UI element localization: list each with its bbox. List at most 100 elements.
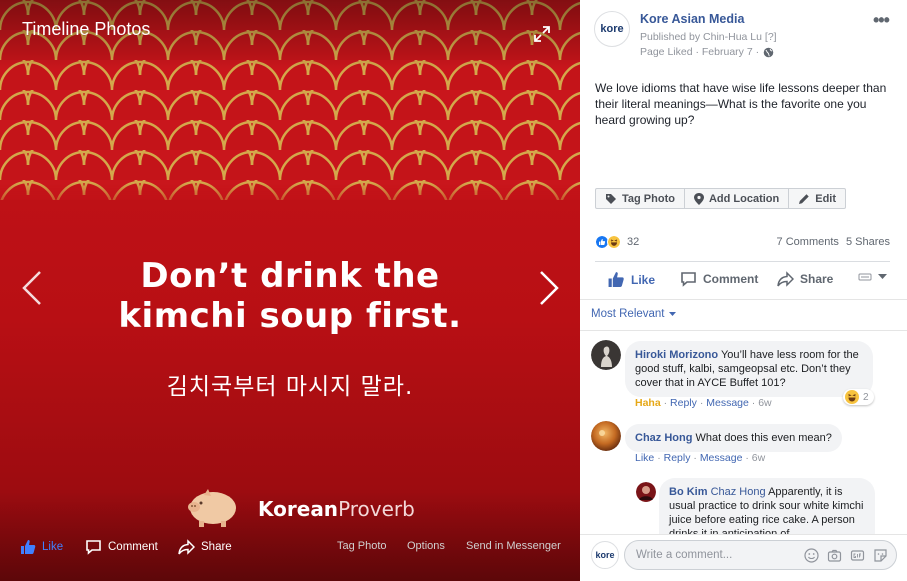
page-avatar[interactable]: kore bbox=[594, 11, 630, 47]
comment-author-link[interactable]: Hiroki Morizono bbox=[635, 349, 718, 361]
composer-avatar-logo: kore bbox=[595, 550, 615, 560]
comment-reaction-label[interactable]: Haha bbox=[635, 397, 661, 409]
like-button[interactable]: Like bbox=[607, 271, 655, 288]
more-options-icon[interactable]: ••• bbox=[873, 10, 890, 31]
photo-action-bar: Like Comment Share Tag Photo Options Sen… bbox=[0, 532, 580, 562]
brand-wordmark: KoreanProverb bbox=[258, 497, 415, 521]
tag-icon bbox=[606, 193, 616, 204]
pencil-icon bbox=[799, 193, 809, 204]
sticker-icon[interactable] bbox=[873, 548, 888, 563]
chevron-down-icon bbox=[878, 274, 887, 279]
page-mini-avatar-icon bbox=[858, 273, 872, 281]
comment-reaction-pill[interactable]: 2 bbox=[843, 389, 874, 405]
haha-reaction-icon bbox=[845, 390, 859, 404]
photo-viewer: Timeline Photos Don’t drink the kimchi s… bbox=[0, 0, 907, 581]
page-liked-label: Page Liked bbox=[640, 46, 693, 58]
edit-label: Edit bbox=[815, 192, 837, 205]
comment-bubble-icon bbox=[86, 540, 101, 555]
comment-actions: Like · Reply · Message · 6w bbox=[635, 452, 765, 464]
tag-photo-button[interactable]: Tag Photo bbox=[596, 189, 685, 208]
tag-photo-label: Tag Photo bbox=[622, 192, 675, 205]
comment-as-selector[interactable] bbox=[858, 271, 893, 283]
camera-icon[interactable] bbox=[827, 548, 842, 563]
write-comment-placeholder: Write a comment... bbox=[636, 549, 733, 561]
photo-headline-line2: kimchi soup first. bbox=[118, 296, 462, 336]
photo-comment-button[interactable]: Comment bbox=[85, 539, 158, 555]
comment-reaction-count: 2 bbox=[863, 391, 869, 403]
composer-avatar: kore bbox=[591, 541, 619, 569]
shares-count-link[interactable]: 5 Shares bbox=[846, 236, 890, 248]
post-action-bar: Like Comment Share bbox=[595, 266, 890, 292]
comment-message-link[interactable]: Message bbox=[700, 452, 743, 464]
comment-age[interactable]: 6w bbox=[752, 452, 765, 464]
comment-reply-item: Bo Kim Chaz Hong Apparently, it is usual… bbox=[580, 476, 907, 534]
comment-item: Chaz Hong What does this even mean? Like… bbox=[580, 420, 907, 470]
engagement-counts: 7 Comments 5 Shares bbox=[773, 236, 890, 248]
add-location-button[interactable]: Add Location bbox=[685, 189, 790, 208]
published-by: Published by Chin-Hua Lu [?] bbox=[640, 31, 777, 43]
comment-text: What does this even mean? bbox=[695, 432, 832, 444]
expand-icon[interactable] bbox=[532, 24, 552, 44]
comment-reply-link[interactable]: Reply bbox=[664, 452, 691, 464]
commenter-avatar[interactable] bbox=[636, 482, 656, 502]
comment-author-link[interactable]: Bo Kim bbox=[669, 486, 708, 498]
share-label: Share bbox=[800, 272, 834, 286]
reaction-icons[interactable] bbox=[595, 235, 621, 249]
photo-edit-bar: Tag Photo Add Location Edit bbox=[595, 188, 847, 209]
emoji-icon[interactable] bbox=[804, 548, 819, 563]
photo-options-button[interactable]: Options bbox=[407, 540, 445, 552]
pig-mascot-icon bbox=[188, 489, 236, 527]
share-arrow-icon bbox=[777, 271, 794, 287]
comments-count-link[interactable]: 7 Comments bbox=[777, 236, 839, 248]
photo-tag-button[interactable]: Tag Photo bbox=[337, 540, 387, 552]
comment-like-link[interactable]: Like bbox=[635, 452, 654, 464]
comments-list: Hiroki Morizono You’ll have less room fo… bbox=[580, 338, 907, 534]
photo-like-button[interactable]: Like bbox=[20, 539, 63, 555]
comment-bubble-icon bbox=[681, 272, 696, 287]
location-pin-icon bbox=[693, 192, 704, 205]
photo-share-label: Share bbox=[201, 541, 232, 553]
composer-tools bbox=[804, 548, 888, 563]
comment-bubble: Bo Kim Chaz Hong Apparently, it is usual… bbox=[659, 478, 875, 534]
post-date-link[interactable]: February 7 bbox=[702, 46, 753, 58]
reaction-count[interactable]: 32 bbox=[627, 236, 639, 248]
divider bbox=[595, 261, 890, 262]
page-name-link[interactable]: Kore Asian Media bbox=[640, 12, 744, 26]
photo-pane[interactable]: Timeline Photos Don’t drink the kimchi s… bbox=[0, 0, 580, 581]
add-location-label: Add Location bbox=[708, 192, 780, 205]
commenter-avatar[interactable] bbox=[591, 421, 621, 451]
comment-bubble: Hiroki Morizono You’ll have less room fo… bbox=[625, 341, 873, 397]
gif-icon[interactable] bbox=[850, 548, 865, 563]
meta-separator: · bbox=[752, 46, 760, 58]
page-avatar-logo: kore bbox=[600, 23, 624, 35]
edit-button[interactable]: Edit bbox=[789, 189, 845, 208]
chevron-down-icon bbox=[668, 311, 676, 316]
comment-reply-link[interactable]: Reply bbox=[670, 397, 697, 409]
reactions-summary: 32 7 Comments 5 Shares bbox=[595, 235, 890, 251]
post-sidebar: kore Kore Asian Media Published by Chin-… bbox=[580, 0, 907, 581]
write-comment-input[interactable]: Write a comment... bbox=[624, 540, 897, 570]
thumbs-up-icon bbox=[608, 272, 624, 287]
comment-age[interactable]: 6w bbox=[758, 397, 771, 409]
share-button[interactable]: Share bbox=[777, 271, 833, 287]
divider bbox=[580, 330, 907, 331]
meta-separator: · bbox=[692, 46, 702, 58]
sort-comments-dropdown[interactable]: Most Relevant bbox=[591, 308, 676, 320]
comment-label: Comment bbox=[703, 272, 759, 286]
sort-label: Most Relevant bbox=[591, 308, 665, 320]
divider bbox=[580, 299, 907, 300]
post-text: We love idioms that have wise life lesso… bbox=[595, 81, 887, 127]
send-in-messenger-button[interactable]: Send in Messenger bbox=[466, 540, 561, 552]
comment-mention-link[interactable]: Chaz Hong bbox=[711, 486, 766, 498]
comment-author-link[interactable]: Chaz Hong bbox=[635, 432, 692, 444]
comment-item: Hiroki Morizono You’ll have less room fo… bbox=[580, 338, 907, 418]
brand-bold: Korean bbox=[258, 497, 339, 521]
brand-thin: Proverb bbox=[338, 497, 415, 521]
photo-share-button[interactable]: Share bbox=[178, 539, 232, 555]
comment-message-link[interactable]: Message bbox=[706, 397, 749, 409]
comment-bubble: Chaz Hong What does this even mean? bbox=[625, 424, 842, 452]
share-arrow-icon bbox=[178, 539, 195, 555]
thumbs-up-icon bbox=[21, 540, 36, 554]
commenter-avatar[interactable] bbox=[591, 340, 621, 370]
comment-button[interactable]: Comment bbox=[680, 271, 758, 287]
